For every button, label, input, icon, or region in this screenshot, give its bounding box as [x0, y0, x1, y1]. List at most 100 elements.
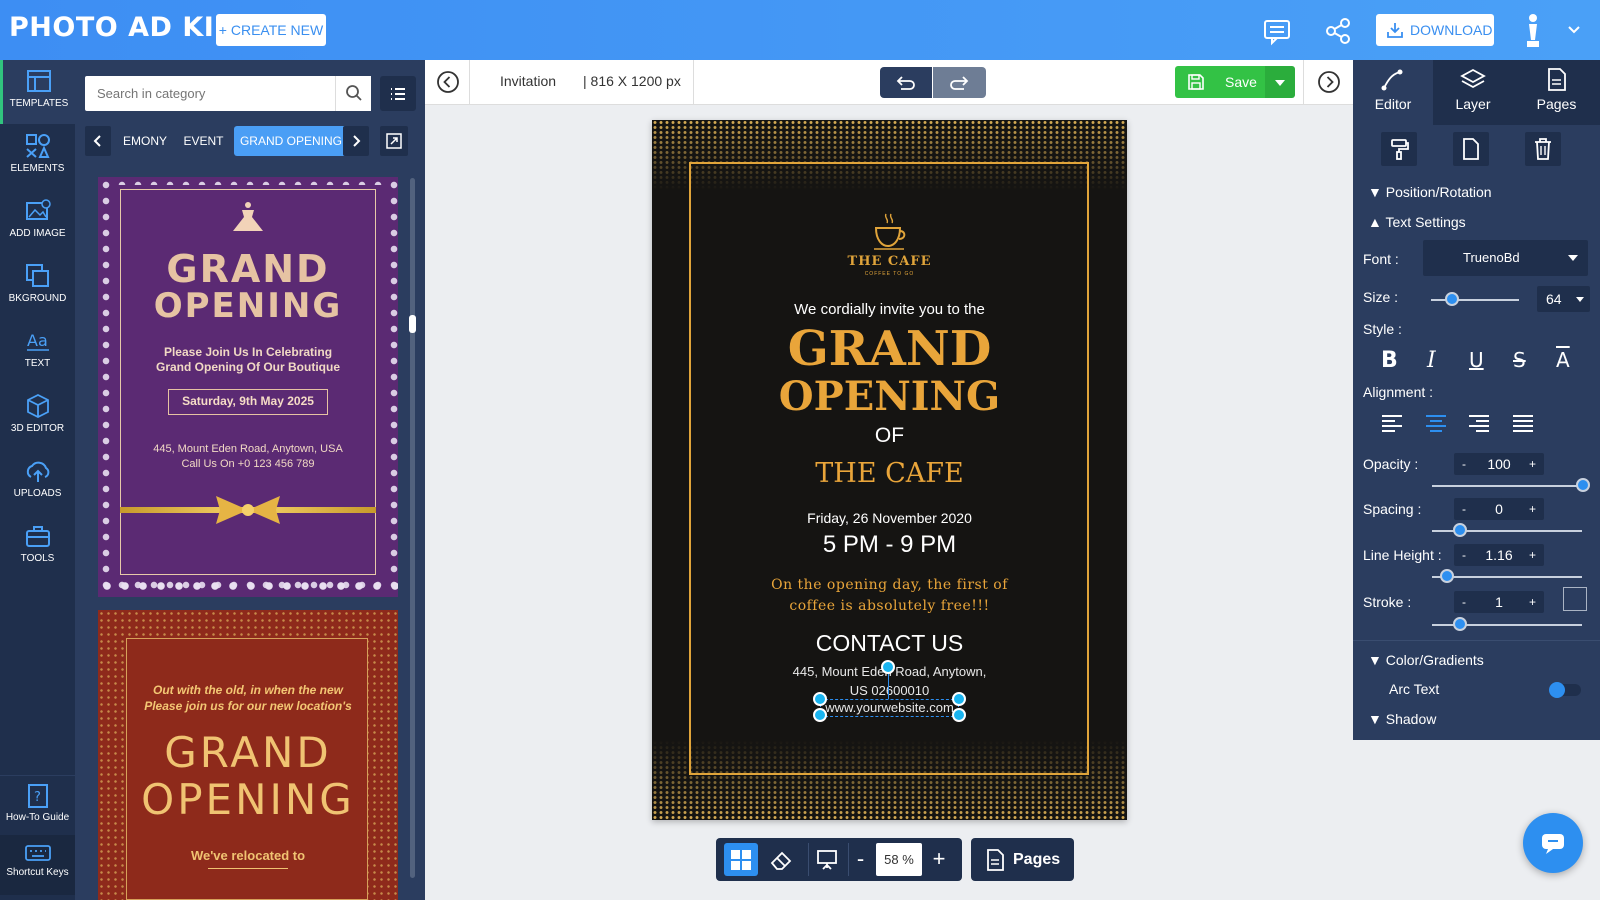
spacing-slider-knob[interactable] — [1453, 523, 1467, 537]
category-next-button[interactable] — [343, 126, 369, 156]
contact-address-2[interactable]: US 02600010 — [652, 683, 1127, 698]
font-select[interactable]: TruenoBd — [1423, 240, 1588, 276]
rail-tools[interactable]: TOOLS — [0, 515, 75, 579]
section-text-settings[interactable]: ▲ Text Settings — [1368, 214, 1466, 230]
opacity-stepper[interactable]: -100 + — [1454, 453, 1544, 475]
opening-heading[interactable]: OPENING — [652, 376, 1127, 418]
download-button[interactable]: DOWNLOAD — [1376, 14, 1494, 46]
zoom-out-button[interactable]: - — [848, 843, 872, 876]
website-text-selected[interactable]: www.yourwebsite.com — [820, 699, 959, 717]
search-button[interactable] — [335, 76, 371, 111]
grid-view-button[interactable] — [724, 843, 758, 876]
create-new-button[interactable]: + CREATE NEW — [216, 14, 326, 46]
template-card[interactable]: Out with the old, in when the new Please… — [98, 610, 398, 900]
cafe-logo-text[interactable]: THE CAFE — [652, 254, 1127, 269]
save-button[interactable]: Save — [1175, 66, 1265, 98]
resize-handle-bl[interactable] — [813, 708, 827, 722]
expand-panel-button[interactable] — [380, 126, 408, 156]
section-color-gradients[interactable]: ▼ Color/Gradients — [1368, 652, 1484, 668]
contact-heading[interactable]: CONTACT US — [652, 630, 1127, 657]
plus-icon[interactable]: + — [1529, 544, 1536, 566]
underline-icon[interactable]: U — [1469, 348, 1484, 372]
italic-icon[interactable]: I — [1427, 348, 1436, 373]
save-options-dropdown[interactable] — [1265, 66, 1295, 98]
document-name[interactable]: Invitation — [500, 73, 556, 89]
tab-event[interactable]: EVENT — [177, 126, 229, 156]
delete-button[interactable] — [1525, 132, 1561, 166]
rotate-handle[interactable] — [881, 660, 895, 674]
plus-icon[interactable]: + — [1529, 453, 1536, 475]
line-height-slider-knob[interactable] — [1440, 569, 1454, 583]
rail-text[interactable]: Aa TEXT — [0, 320, 75, 384]
present-button[interactable] — [808, 843, 842, 876]
event-time[interactable]: 5 PM - 9 PM — [652, 531, 1127, 559]
duplicate-button[interactable] — [1453, 132, 1489, 166]
section-shadow[interactable]: ▼ Shadow — [1368, 711, 1436, 727]
section-position[interactable]: ▼ Position/Rotation — [1368, 184, 1492, 200]
plus-icon[interactable]: + — [1529, 498, 1536, 520]
stroke-stepper[interactable]: -1 + — [1454, 591, 1544, 613]
chevron-down-icon[interactable] — [1566, 22, 1582, 43]
comment-icon[interactable] — [1262, 16, 1292, 46]
redo-button[interactable] — [933, 67, 986, 98]
of-text[interactable]: OF — [652, 424, 1127, 448]
invite-line[interactable]: We cordially invite you to the — [652, 301, 1127, 318]
overline-icon[interactable]: A — [1556, 348, 1570, 372]
collapse-left-button[interactable] — [425, 60, 470, 104]
strikethrough-icon[interactable]: S — [1513, 348, 1526, 372]
stroke-slider-knob[interactable] — [1453, 617, 1467, 631]
align-center-icon[interactable] — [1425, 414, 1447, 434]
rail-uploads[interactable]: UPLOADS — [0, 450, 75, 514]
stroke-color-swatch[interactable] — [1563, 587, 1587, 611]
plus-icon[interactable]: + — [1529, 591, 1536, 613]
the-cafe-heading[interactable]: THE CAFE — [652, 458, 1127, 489]
resize-handle-tr[interactable] — [952, 692, 966, 706]
zoom-in-button[interactable]: + — [926, 843, 952, 876]
collapse-right-button[interactable] — [1303, 60, 1353, 104]
align-left-icon[interactable] — [1381, 414, 1403, 434]
category-prev-button[interactable] — [85, 126, 111, 156]
eraser-button[interactable] — [764, 843, 798, 876]
grand-heading[interactable]: GRAND — [652, 324, 1127, 374]
search-input[interactable] — [85, 76, 335, 111]
tab-grand-opening[interactable]: GRAND OPENING — [233, 126, 348, 156]
undo-button[interactable] — [880, 67, 932, 98]
tab-pages[interactable]: Pages — [1513, 60, 1600, 125]
resize-handle-tl[interactable] — [813, 692, 827, 706]
opacity-slider-knob[interactable] — [1576, 478, 1590, 492]
align-justify-icon[interactable] — [1512, 414, 1534, 434]
arc-text-toggle-knob[interactable] — [1549, 682, 1565, 698]
bold-icon[interactable]: B — [1381, 348, 1398, 373]
size-slider-knob[interactable] — [1445, 292, 1459, 306]
zoom-level[interactable]: 58 % — [876, 843, 922, 876]
list-view-button[interactable] — [380, 76, 416, 111]
event-date[interactable]: Friday, 26 November 2020 — [652, 510, 1127, 526]
spacing-stepper[interactable]: -0 + — [1454, 498, 1544, 520]
tab-editor[interactable]: Editor — [1353, 60, 1433, 125]
pages-button[interactable]: Pages — [971, 838, 1074, 881]
format-painter-button[interactable] — [1381, 132, 1417, 166]
chat-button[interactable] — [1523, 813, 1583, 873]
rail-templates[interactable]: TEMPLATES — [0, 60, 75, 124]
rail-background[interactable]: BKGROUND — [0, 255, 75, 319]
panel-scrollbar[interactable] — [410, 178, 415, 878]
rail-elements[interactable]: ELEMENTS — [0, 125, 75, 189]
panel-scroll-thumb[interactable] — [409, 315, 416, 333]
size-select[interactable]: 64 — [1537, 286, 1590, 312]
offer-line-1[interactable]: On the opening day, the first of — [652, 577, 1127, 593]
offer-line-2[interactable]: coffee is absolutely free!!! — [652, 598, 1127, 614]
line-height-slider-track[interactable] — [1432, 576, 1582, 578]
tab-layer[interactable]: Layer — [1433, 60, 1513, 125]
template-card[interactable]: GRAND OPENING Please Join Us In Celebrat… — [98, 177, 398, 597]
rail-add-image[interactable]: ADD IMAGE — [0, 190, 75, 254]
align-right-icon[interactable] — [1468, 414, 1490, 434]
resize-handle-br[interactable] — [952, 708, 966, 722]
line-height-stepper[interactable]: -1.16 + — [1454, 544, 1544, 566]
opacity-slider-track[interactable] — [1432, 485, 1582, 487]
design-canvas[interactable]: THE CAFE COFFEE TO GO We cordially invit… — [652, 120, 1127, 820]
share-icon[interactable] — [1323, 16, 1353, 46]
tab-ceremony[interactable]: EMONY — [117, 126, 173, 156]
rail-3d-editor[interactable]: 3D EDITOR — [0, 385, 75, 449]
user-avatar[interactable] — [1522, 12, 1544, 50]
howto-guide[interactable]: ? How-To Guide — [0, 775, 75, 830]
